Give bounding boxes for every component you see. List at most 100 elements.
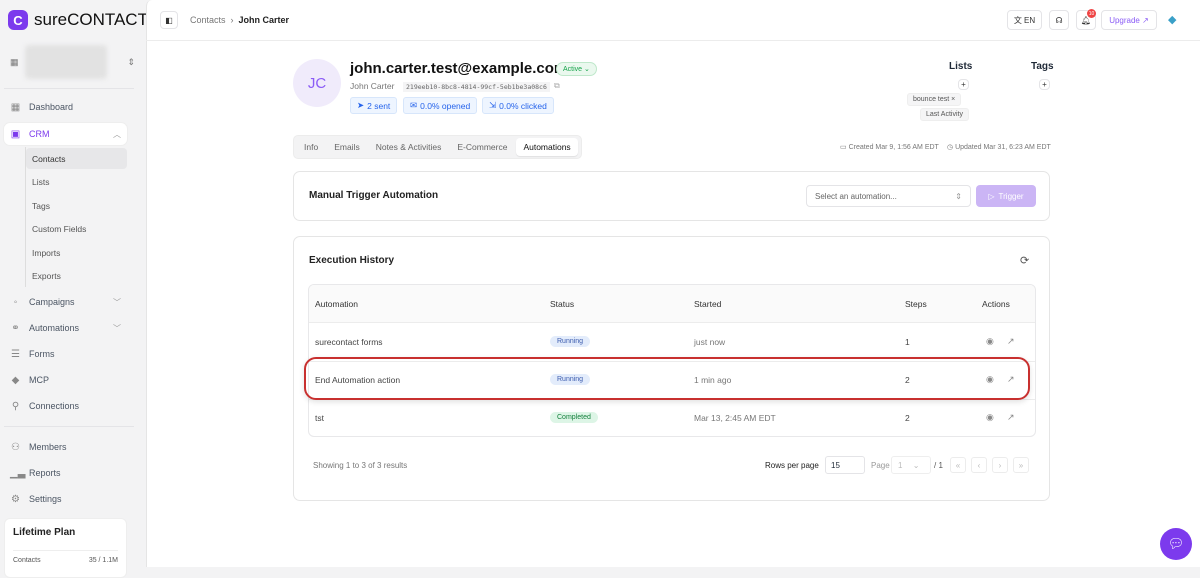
- translate-icon: 文: [1013, 15, 1022, 25]
- list-chip: Last Activity: [920, 108, 969, 121]
- tab-notes-activities[interactable]: Notes & Activities: [369, 138, 449, 156]
- plug-icon: ⚲: [11, 400, 20, 412]
- results-summary: Showing 1 to 3 of 3 results: [313, 461, 408, 470]
- chat-icon: 💬︎: [1167, 536, 1185, 551]
- prev-page-button[interactable]: ‹: [971, 457, 987, 473]
- opened-stat: ✉ 0.0% opened: [403, 97, 478, 114]
- external-link-icon[interactable]: ↗: [1007, 336, 1015, 347]
- sidebar-sub-exports[interactable]: Exports: [26, 265, 127, 286]
- view-icon[interactable]: ◉: [986, 336, 994, 347]
- col-steps: Steps: [905, 299, 927, 309]
- page-total: / 1: [934, 461, 943, 470]
- contact-card-icon: ▣: [10, 128, 21, 140]
- support-button[interactable]: ☊: [1049, 10, 1069, 30]
- contact-email: john.carter.test@example.com: [350, 60, 568, 77]
- col-status: Status: [550, 299, 575, 309]
- breadcrumb-contacts[interactable]: Contacts: [190, 15, 226, 25]
- play-icon: ▷: [988, 191, 995, 201]
- first-page-button[interactable]: «: [950, 457, 966, 473]
- contact-id: 219eeb10-8bc8-4814-99cf-5eb1be3a08c6: [403, 82, 550, 92]
- sidebar-item-automations[interactable]: ⚭ Automations ﹀: [4, 317, 127, 339]
- status-badge: Completed: [550, 412, 598, 423]
- chevron-down-icon: ﹀: [113, 297, 121, 307]
- tab-automations[interactable]: Automations: [516, 138, 578, 156]
- sidebar: CsureCONTACT ▦ ⇕ ▦ Dashboard ▣ CRM ︿ Contact…: [0, 0, 148, 578]
- chevron-updown-icon: ⇕: [955, 191, 962, 201]
- tab-info[interactable]: Info: [297, 138, 325, 156]
- chevron-down-icon: ﹀: [113, 323, 121, 333]
- add-tag-button[interactable]: +: [1039, 79, 1050, 90]
- sidebar-item-settings[interactable]: ⚙ Settings: [4, 488, 127, 510]
- tab-ecommerce[interactable]: E-Commerce: [450, 138, 514, 156]
- col-actions: Actions: [982, 299, 1010, 309]
- sidebar-item-connections[interactable]: ⚲ Connections: [4, 395, 127, 417]
- divider: [4, 88, 134, 89]
- external-link-icon[interactable]: ↗: [1007, 412, 1015, 423]
- contact-tabs: Info Emails Notes & Activities E-Commerc…: [293, 135, 582, 159]
- sidebar-sub-tags[interactable]: Tags: [26, 195, 127, 216]
- status-dropdown[interactable]: Active ⌄: [556, 62, 597, 76]
- manual-trigger-title: Manual Trigger Automation: [309, 190, 439, 201]
- language-button[interactable]: 文 EN: [1007, 10, 1042, 30]
- gear-icon: ⚙: [11, 493, 20, 505]
- refresh-icon[interactable]: ⟳: [1020, 254, 1029, 267]
- chat-button[interactable]: 💬︎: [1160, 528, 1192, 560]
- chevron-updown-icon: ⇕: [127, 56, 135, 67]
- upgrade-button[interactable]: Upgrade ↗: [1101, 10, 1157, 30]
- highlight-outline: [304, 357, 1030, 400]
- sidebar-sub-lists[interactable]: Lists: [26, 171, 127, 192]
- row-steps: 1: [905, 337, 910, 347]
- chart-icon: ▁▃: [10, 467, 26, 479]
- row-automation: tst: [315, 413, 324, 423]
- users-icon: ⚇: [11, 441, 20, 453]
- tab-emails[interactable]: Emails: [327, 138, 367, 156]
- col-automation: Automation: [315, 299, 358, 309]
- sidebar-item-members[interactable]: ⚇ Members: [4, 436, 127, 458]
- view-icon[interactable]: ◉: [986, 412, 994, 423]
- page-select[interactable]: 1 ⌄: [891, 456, 931, 474]
- execution-history-title: Execution History: [309, 255, 395, 266]
- plan-card: Lifetime Plan Contacts 35 / 1.1M: [4, 518, 127, 578]
- sidebar-toggle-button[interactable]: ◧: [160, 11, 178, 29]
- sidebar-item-reports[interactable]: ▁▃ Reports: [4, 462, 127, 484]
- headset-icon: ☊: [1055, 15, 1063, 25]
- rows-per-page-label: Rows per page: [765, 461, 819, 470]
- cursor-click-icon: ⇲: [489, 100, 497, 110]
- envelope-open-icon: ✉: [410, 100, 418, 110]
- sidebar-sub-custom-fields[interactable]: Custom Fields: [26, 218, 127, 239]
- breadcrumb: Contacts › John Carter: [190, 15, 290, 25]
- list-chip: bounce test ×: [907, 93, 962, 106]
- divider: [4, 426, 134, 427]
- notification-count: 10: [1087, 9, 1096, 18]
- sidebar-item-forms[interactable]: ☰ Forms: [4, 343, 127, 365]
- last-page-button[interactable]: »: [1013, 457, 1029, 473]
- building-icon: ▦: [10, 56, 19, 67]
- sidebar-item-crm[interactable]: ▣ CRM ︿: [4, 123, 127, 145]
- lists-heading: Lists: [949, 61, 973, 72]
- logo-icon: C: [8, 10, 28, 30]
- remove-icon[interactable]: ×: [951, 96, 955, 103]
- flow-icon: ⚭: [11, 322, 20, 334]
- sidebar-item-dashboard[interactable]: ▦ Dashboard: [4, 96, 127, 118]
- rows-per-page-input[interactable]: 15: [825, 456, 865, 474]
- pagination: « ‹ › »: [950, 457, 1029, 473]
- automation-select[interactable]: Select an automation... ⇕: [806, 185, 971, 207]
- sidebar-sub-contacts[interactable]: Contacts: [26, 148, 127, 169]
- user-avatar-icon[interactable]: ◆: [1168, 13, 1176, 26]
- send-icon: ➤: [357, 100, 365, 110]
- workspace-switcher[interactable]: ▦ ⇕: [10, 44, 135, 80]
- logo[interactable]: CsureCONTACT: [8, 10, 148, 30]
- trigger-button[interactable]: ▷ Trigger: [976, 185, 1036, 207]
- contact-name: John Carter: [350, 81, 395, 91]
- add-list-button[interactable]: +: [958, 79, 969, 90]
- sidebar-item-campaigns[interactable]: ◦ Campaigns ﹀: [4, 291, 127, 313]
- copy-icon[interactable]: ⧉: [554, 81, 560, 91]
- mcp-icon: ◆: [11, 374, 20, 386]
- sidebar-sub-imports[interactable]: Imports: [26, 242, 127, 263]
- next-page-button[interactable]: ›: [992, 457, 1008, 473]
- sidebar-item-mcp[interactable]: ◆ MCP: [4, 369, 127, 391]
- status-badge: Running: [550, 336, 591, 347]
- row-steps: 2: [905, 413, 910, 423]
- col-started: Started: [694, 299, 722, 309]
- chevron-up-icon: ︿: [113, 129, 121, 139]
